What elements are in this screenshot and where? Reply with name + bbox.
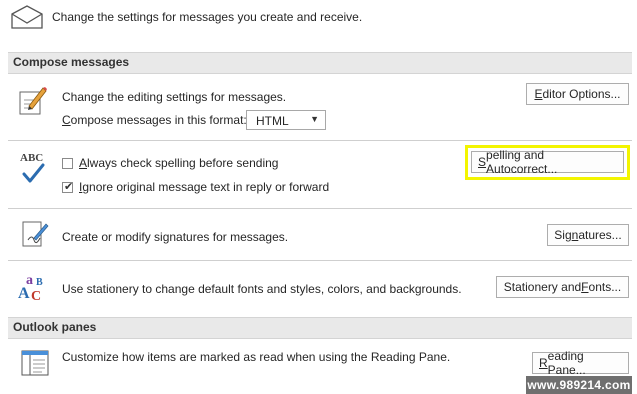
always-check-spelling-checkbox[interactable] xyxy=(62,158,73,169)
stationery-button-pre: Stationery and xyxy=(503,280,582,294)
compose-section-title: Compose messages xyxy=(13,55,130,69)
always-check-label: Always check spelling before sending xyxy=(79,156,278,170)
spelling-button-label: pelling and Autocorrect... xyxy=(486,148,558,176)
spelling-abc-icon: ABC xyxy=(18,150,50,186)
signatures-label: Create or modify signatures for messages… xyxy=(62,230,289,244)
reading-pane-button-label: eading Pane... xyxy=(547,349,586,377)
format-select[interactable]: HTML ▼ xyxy=(246,110,326,130)
panes-section-header: Outlook panes xyxy=(8,317,632,339)
format-select-value: HTML xyxy=(256,114,289,128)
reading-pane-label: Customize how items are marked as read w… xyxy=(62,350,451,364)
envelope-icon xyxy=(10,4,44,30)
always-check-text: lways check spelling before sending xyxy=(87,156,279,170)
ignore-original-text: gnore original message text in reply or … xyxy=(82,180,330,194)
ignore-original-label: Ignore original message text in reply or… xyxy=(79,180,329,194)
panes-section-title: Outlook panes xyxy=(13,320,97,334)
signatures-button[interactable]: Sig n atures... xyxy=(547,224,629,246)
editor-options-label: ditor Options... xyxy=(542,87,621,101)
format-label-text: ompose messages in this format: xyxy=(70,113,247,127)
svg-text:A: A xyxy=(18,285,30,302)
spelling-button-accel: S xyxy=(478,155,487,169)
chevron-down-icon: ▼ xyxy=(310,114,319,124)
signatures-button-post: atures... xyxy=(578,228,622,242)
format-label: Compose messages in this format: xyxy=(62,113,247,127)
divider xyxy=(8,140,632,141)
checkmark-icon: ✔ xyxy=(64,181,74,193)
edit-pen-icon xyxy=(16,84,48,116)
editor-options-accel: E xyxy=(534,87,543,101)
stationery-button-post: onts... xyxy=(588,280,622,294)
stationery-fonts-icon: a A C B xyxy=(16,270,50,304)
watermark: www.989214.com xyxy=(526,376,632,394)
always-check-accel: A xyxy=(79,156,88,170)
svg-text:B: B xyxy=(36,277,43,288)
svg-text:C: C xyxy=(31,289,41,304)
reading-pane-button-accel: R xyxy=(539,356,548,370)
format-label-accel: C xyxy=(62,113,71,127)
compose-section-header: Compose messages xyxy=(8,52,632,74)
divider xyxy=(8,208,632,209)
stationery-button-accel: F xyxy=(581,280,589,294)
ignore-original-checkbox[interactable]: ✔ xyxy=(62,181,74,193)
spelling-autocorrect-button[interactable]: Spelling and Autocorrect... xyxy=(471,148,624,176)
editor-options-button[interactable]: Editor Options... xyxy=(526,83,629,105)
signatures-button-accel: n xyxy=(571,228,579,242)
editing-label: Change the editing settings for messages… xyxy=(62,90,287,104)
signature-icon xyxy=(20,218,50,250)
signatures-button-pre: Sig xyxy=(554,228,572,242)
stationery-fonts-button[interactable]: Stationery and Fonts... xyxy=(496,276,629,298)
reading-pane-icon xyxy=(20,348,50,378)
divider xyxy=(8,260,632,261)
header-text: Change the settings for messages you cre… xyxy=(52,10,363,24)
reading-pane-button[interactable]: Reading Pane... xyxy=(532,349,629,377)
stationery-label: Use stationery to change default fonts a… xyxy=(62,282,462,296)
